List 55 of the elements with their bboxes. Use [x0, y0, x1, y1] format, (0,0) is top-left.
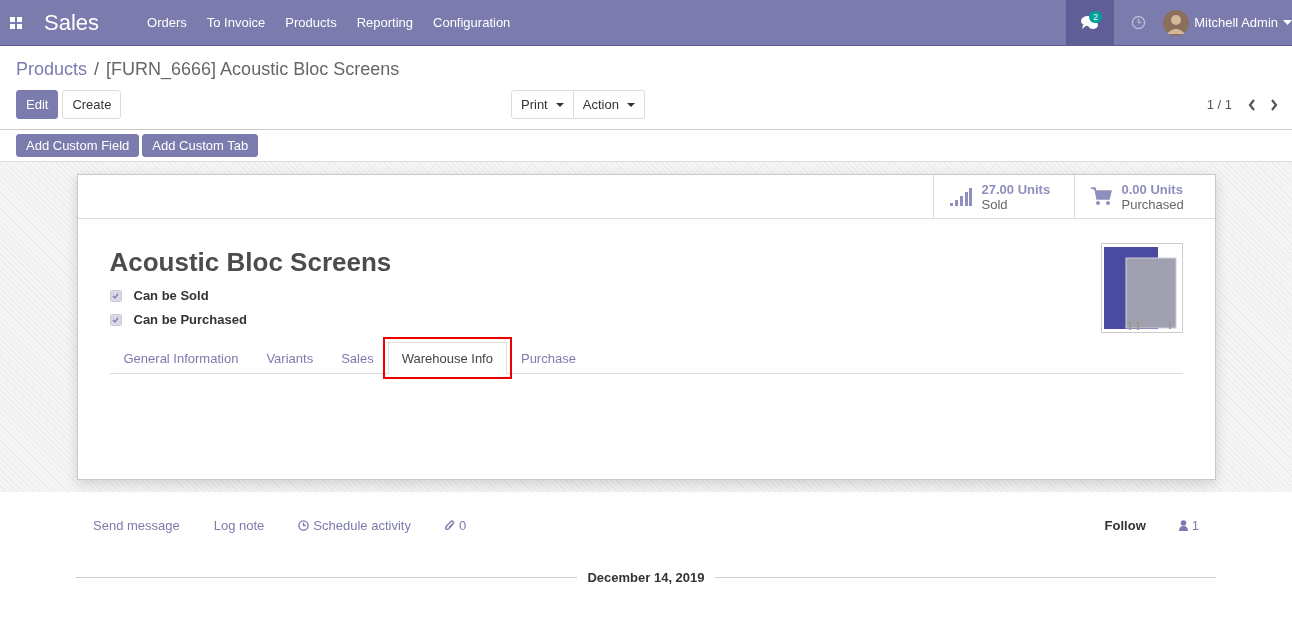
studio-button[interactable]: Add Custom Tab: [142, 134, 259, 157]
apps-grid-icon[interactable]: [10, 16, 22, 29]
clock-icon: [298, 520, 310, 531]
menu-item[interactable]: Orders: [137, 15, 197, 30]
send-message-link[interactable]: Send message: [93, 518, 180, 533]
breadcrumb-separator: /: [94, 59, 100, 80]
date-separator-label: December 14, 2019: [587, 570, 705, 585]
menu-item[interactable]: Reporting: [346, 15, 423, 30]
stat-label: Sold: [981, 196, 1009, 212]
tab[interactable]: Sales: [327, 342, 388, 374]
follow-button[interactable]: Follow: [1104, 518, 1146, 533]
action-dropdown[interactable]: Action: [573, 90, 645, 119]
user-name: Mitchell Admin: [1194, 15, 1278, 30]
pager-value: 1 / 1: [1206, 97, 1232, 112]
stat-label: Purchased: [1121, 196, 1184, 212]
studio-button[interactable]: Add Custom Field: [16, 134, 140, 157]
stat-value: 0.00 Units: [1121, 181, 1184, 197]
checkbox-label: Can be Sold: [133, 288, 209, 303]
paperclip-icon: [444, 520, 455, 531]
checkbox-label: Can be Purchased: [133, 312, 247, 327]
previous-icon[interactable]: [1248, 98, 1256, 111]
breadcrumb-link[interactable]: Products: [16, 59, 88, 80]
schedule-activity-link[interactable]: Schedule activity: [298, 518, 411, 533]
messages-button[interactable]: 2: [1066, 0, 1115, 45]
tab[interactable]: Variants: [252, 342, 328, 374]
clock-icon[interactable]: [1131, 15, 1147, 30]
menu-item[interactable]: To Invoice: [196, 15, 276, 30]
caret-icon: [555, 102, 564, 107]
bar-chart-icon: [949, 187, 972, 206]
product-name: Acoustic Bloc Screens: [109, 247, 392, 278]
breadcrumb-current: [FURN_6666] Acoustic Bloc Screens: [106, 59, 400, 80]
menu-item[interactable]: Products: [275, 15, 347, 30]
avatar-icon: [1163, 9, 1190, 36]
attachments-link[interactable]: 0: [444, 518, 467, 533]
stat-button[interactable]: 0.00 Units Purchased: [1073, 175, 1215, 218]
message-count-badge: 2: [1089, 11, 1103, 23]
person-icon: [1178, 520, 1188, 531]
next-icon[interactable]: [1270, 98, 1278, 111]
user-menu[interactable]: Mitchell Admin: [1163, 9, 1292, 36]
caret-icon: [1283, 20, 1292, 25]
tab[interactable]: Purchase: [506, 342, 590, 374]
checkbox[interactable]: [109, 289, 122, 302]
create-button[interactable]: Create: [62, 90, 122, 119]
caret-icon: [626, 102, 635, 107]
followers-link[interactable]: 1: [1178, 518, 1199, 533]
tab[interactable]: General Information: [109, 342, 253, 374]
cart-icon: [1090, 187, 1112, 206]
app-title[interactable]: Sales: [44, 9, 100, 36]
log-note-link[interactable]: Log note: [213, 518, 265, 533]
stat-value: 27.00 Units: [981, 181, 1051, 197]
checkbox[interactable]: [109, 313, 122, 326]
print-dropdown[interactable]: Print: [511, 90, 574, 119]
menu-item[interactable]: Configuration: [423, 15, 521, 30]
stat-button[interactable]: 27.00 Units Sold: [932, 175, 1074, 218]
edit-button[interactable]: Edit: [16, 90, 59, 119]
